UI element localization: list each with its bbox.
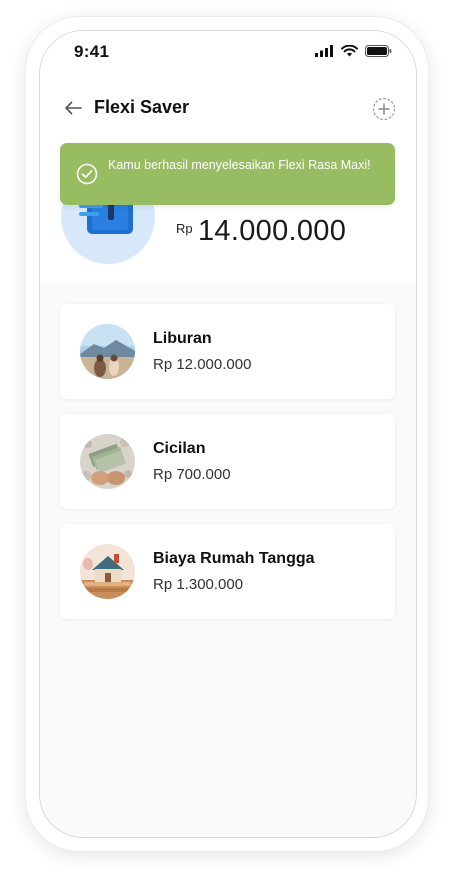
battery-icon (365, 45, 392, 57)
wifi-icon (341, 45, 358, 57)
pocket-name: Cicilan (153, 440, 206, 457)
toast-message: Kamu berhasil menyelesaikan Flexi Rasa M… (108, 158, 371, 172)
back-button[interactable] (62, 97, 84, 119)
add-circle-icon (372, 97, 396, 121)
pocket-amount: Rp 12.000.000 (153, 356, 252, 373)
pocket-amount: Rp 700.000 (153, 466, 231, 483)
arrow-left-icon (65, 101, 82, 115)
app-screen: 9:41 Flexi Saver Rp 14.000.000 Kamu berh… (39, 30, 417, 838)
pocket-card-liburan[interactable]: Liburan Rp 12.000.000 (60, 304, 395, 399)
success-toast[interactable]: Kamu berhasil menyelesaikan Flexi Rasa M… (60, 143, 395, 205)
vacation-photo (80, 324, 135, 379)
pocket-name: Biaya Rumah Tangga (153, 550, 315, 567)
pocket-name: Liburan (153, 330, 212, 347)
balance-currency: Rp (176, 221, 193, 236)
add-pocket-button[interactable] (372, 97, 396, 121)
pocket-card-cicilan[interactable]: Cicilan Rp 700.000 (60, 414, 395, 509)
check-circle-icon (76, 163, 98, 185)
pocket-amount: Rp 1.300.000 (153, 576, 244, 593)
status-icons (315, 45, 392, 57)
balance-amount: 14.000.000 (198, 215, 347, 247)
pocket-card-biaya-rumah-tangga[interactable]: Biaya Rumah Tangga Rp 1.300.000 (60, 524, 395, 619)
status-time: 9:41 (74, 42, 110, 61)
page-title: Flexi Saver (94, 97, 190, 117)
cellular-signal-icon (315, 45, 333, 57)
money-photo (80, 434, 135, 489)
house-photo (80, 544, 135, 599)
